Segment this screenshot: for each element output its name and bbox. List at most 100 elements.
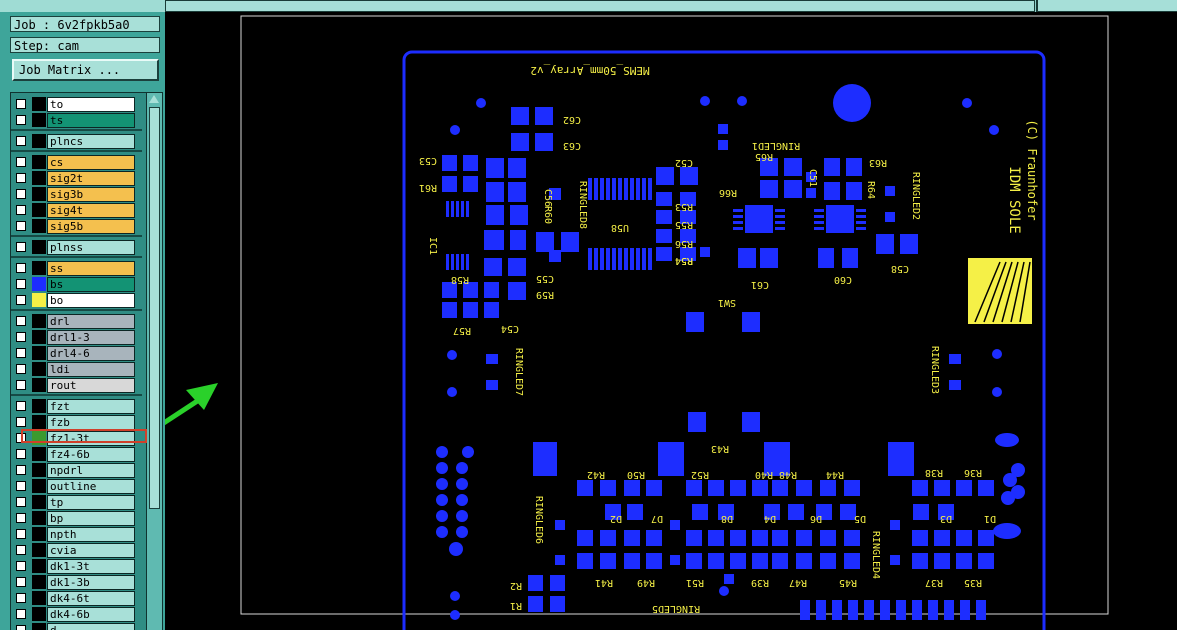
scroll-thumb[interactable]	[149, 107, 160, 509]
layer-color-swatch[interactable]	[32, 277, 46, 291]
layer-row-rout[interactable]: rout	[11, 377, 142, 393]
layer-color-swatch[interactable]	[32, 543, 46, 557]
layer-row-outline[interactable]: outline	[11, 478, 142, 494]
layer-row-npth[interactable]: npth	[11, 526, 142, 542]
layer-color-swatch[interactable]	[32, 219, 46, 233]
layer-row-ldi[interactable]: ldi	[11, 361, 142, 377]
layer-color-swatch[interactable]	[32, 314, 46, 328]
scroll-up-icon[interactable]	[149, 95, 159, 103]
layer-checkbox[interactable]	[16, 561, 26, 571]
layer-row-sig2t[interactable]: sig2t	[11, 170, 142, 186]
graphics-canvas[interactable]: IDM SOLE (C) Fraunhofer MEMS_50mm_Array_v2…	[165, 12, 1177, 630]
layer-row-npdrl[interactable]: npdrl	[11, 462, 142, 478]
layer-row-bo[interactable]: bo	[11, 292, 142, 308]
layer-color-swatch[interactable]	[32, 575, 46, 589]
layer-color-swatch[interactable]	[32, 607, 46, 621]
layer-row-ss[interactable]: ss	[11, 260, 142, 276]
layer-checkbox[interactable]	[16, 545, 26, 555]
layer-name[interactable]: fzt	[47, 399, 135, 414]
layer-color-swatch[interactable]	[32, 113, 46, 127]
layer-name[interactable]: rout	[47, 378, 135, 393]
layer-color-swatch[interactable]	[32, 559, 46, 573]
layer-color-swatch[interactable]	[32, 155, 46, 169]
layer-name[interactable]: tp	[47, 495, 135, 510]
layer-color-swatch[interactable]	[32, 463, 46, 477]
layer-name[interactable]: drl	[47, 314, 135, 329]
layer-checkbox[interactable]	[16, 449, 26, 459]
layer-row-drl[interactable]: drl	[11, 313, 142, 329]
layer-name[interactable]: fz4-6b	[47, 447, 135, 462]
layer-color-swatch[interactable]	[32, 330, 46, 344]
layer-color-swatch[interactable]	[32, 479, 46, 493]
layer-name[interactable]: ldi	[47, 362, 135, 377]
layer-name[interactable]: sig3b	[47, 187, 135, 202]
layer-color-swatch[interactable]	[32, 171, 46, 185]
layer-name[interactable]: dk4-6t	[47, 591, 135, 606]
layer-color-swatch[interactable]	[32, 415, 46, 429]
layer-name[interactable]: sig2t	[47, 171, 135, 186]
layer-checkbox[interactable]	[16, 136, 26, 146]
pcb-view[interactable]: IDM SOLE (C) Fraunhofer MEMS_50mm_Array_v2…	[165, 12, 1177, 630]
layer-color-swatch[interactable]	[32, 399, 46, 413]
layer-checkbox[interactable]	[16, 242, 26, 252]
layer-color-swatch[interactable]	[32, 187, 46, 201]
layer-row-plncs[interactable]: plncs	[11, 133, 142, 149]
layer-color-swatch[interactable]	[32, 203, 46, 217]
layer-color-swatch[interactable]	[32, 495, 46, 509]
layer-checkbox[interactable]	[16, 497, 26, 507]
layer-checkbox[interactable]	[16, 417, 26, 427]
layer-color-swatch[interactable]	[32, 261, 46, 275]
layer-checkbox[interactable]	[16, 316, 26, 326]
layer-row-plnss[interactable]: plnss	[11, 239, 142, 255]
layer-name[interactable]: bs	[47, 277, 135, 292]
layer-row-sig5b[interactable]: sig5b	[11, 218, 142, 234]
layer-checkbox[interactable]	[16, 332, 26, 342]
layer-row-sig3b[interactable]: sig3b	[11, 186, 142, 202]
layer-color-swatch[interactable]	[32, 511, 46, 525]
layer-checkbox[interactable]	[16, 529, 26, 539]
layer-row-cvia[interactable]: cvia	[11, 542, 142, 558]
layer-row-cs[interactable]: cs	[11, 154, 142, 170]
layer-row-sig4t[interactable]: sig4t	[11, 202, 142, 218]
layer-checkbox[interactable]	[16, 221, 26, 231]
layer-checkbox[interactable]	[16, 295, 26, 305]
layer-name[interactable]: sig4t	[47, 203, 135, 218]
layer-name[interactable]: drl1-3	[47, 330, 135, 345]
layer-row-dk4-6b[interactable]: dk4-6b	[11, 606, 142, 622]
layer-color-swatch[interactable]	[32, 447, 46, 461]
layer-list-scrollbar[interactable]	[146, 92, 163, 630]
layer-name[interactable]: bo	[47, 293, 135, 308]
layer-row-dk4-6t[interactable]: dk4-6t	[11, 590, 142, 606]
layer-row-drl4-6[interactable]: drl4-6	[11, 345, 142, 361]
command-field[interactable]	[165, 0, 1035, 12]
layer-name[interactable]: npdrl	[47, 463, 135, 478]
layer-name[interactable]: ts	[47, 113, 135, 128]
layer-row-d[interactable]: d	[11, 622, 142, 630]
layer-name[interactable]: plnss	[47, 240, 135, 255]
layer-checkbox[interactable]	[16, 481, 26, 491]
layer-row-to[interactable]: to	[11, 96, 142, 112]
layer-row-fzb[interactable]: fzb	[11, 414, 142, 430]
layer-checkbox[interactable]	[16, 348, 26, 358]
layer-row-ts[interactable]: ts	[11, 112, 142, 128]
layer-name[interactable]: drl4-6	[47, 346, 135, 361]
layer-checkbox[interactable]	[16, 173, 26, 183]
layer-row-dk1-3t[interactable]: dk1-3t	[11, 558, 142, 574]
layer-color-swatch[interactable]	[32, 362, 46, 376]
layer-checkbox[interactable]	[16, 99, 26, 109]
layer-name[interactable]: cs	[47, 155, 135, 170]
layer-color-swatch[interactable]	[32, 623, 46, 630]
layer-row-tp[interactable]: tp	[11, 494, 142, 510]
layer-row-fz4-6b[interactable]: fz4-6b	[11, 446, 142, 462]
layer-checkbox[interactable]	[16, 593, 26, 603]
layer-row-bp[interactable]: bp	[11, 510, 142, 526]
layer-row-bs[interactable]: bs	[11, 276, 142, 292]
layer-checkbox[interactable]	[16, 513, 26, 523]
layer-checkbox[interactable]	[16, 263, 26, 273]
layer-name[interactable]: fzb	[47, 415, 135, 430]
layer-checkbox[interactable]	[16, 577, 26, 587]
layer-color-swatch[interactable]	[32, 293, 46, 307]
layer-checkbox[interactable]	[16, 609, 26, 619]
layer-checkbox[interactable]	[16, 157, 26, 167]
layer-color-swatch[interactable]	[32, 134, 46, 148]
